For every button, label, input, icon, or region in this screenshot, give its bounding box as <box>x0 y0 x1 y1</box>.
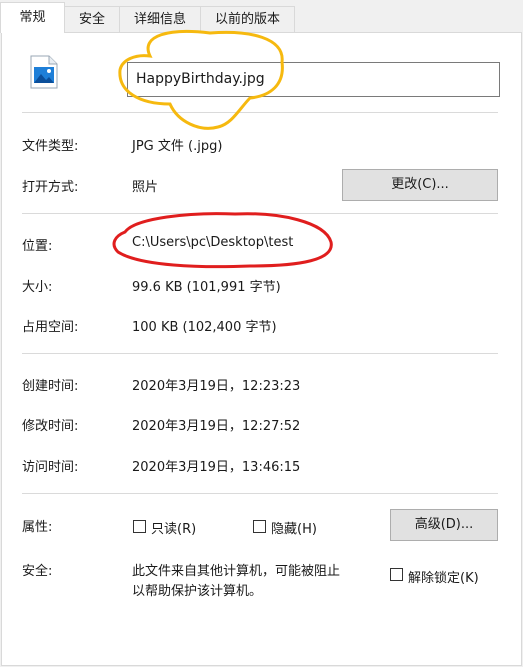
accessed-value: 2020年3月19日，13:46:15 <box>132 460 301 475</box>
tab-strip: 常规 安全 详细信息 以前的版本 <box>0 0 523 33</box>
tab-general[interactable]: 常规 <box>0 2 65 33</box>
separator <box>22 493 498 494</box>
separator <box>22 112 498 113</box>
image-file-icon <box>30 55 58 89</box>
accessed-label: 访问时间: <box>22 460 79 475</box>
tab-security[interactable]: 安全 <box>64 6 120 32</box>
change-button[interactable]: 更改(C)... <box>342 169 498 201</box>
hidden-label[interactable]: 隐藏(H) <box>271 518 317 537</box>
readonly-checkbox[interactable] <box>133 520 146 533</box>
size-label: 大小: <box>22 280 53 295</box>
size-on-disk-label: 占用空间: <box>22 320 79 335</box>
modified-value: 2020年3月19日，12:27:52 <box>132 419 301 434</box>
unblock-checkbox[interactable] <box>390 568 403 581</box>
location-label: 位置: <box>22 239 53 254</box>
modified-label: 修改时间: <box>22 419 79 434</box>
open-with-label: 打开方式: <box>22 180 79 195</box>
file-type-value: JPG 文件 (.jpg) <box>132 139 223 154</box>
created-label: 创建时间: <box>22 379 79 394</box>
created-value: 2020年3月19日，12:23:23 <box>132 379 301 394</box>
tab-details[interactable]: 详细信息 <box>119 6 201 32</box>
size-on-disk-value: 100 KB (102,400 字节) <box>132 320 277 335</box>
advanced-button[interactable]: 高级(D)... <box>390 509 498 541</box>
location-value: C:\Users\pc\Desktop\test <box>132 235 294 250</box>
readonly-label[interactable]: 只读(R) <box>151 518 196 537</box>
separator <box>22 213 498 214</box>
security-label: 安全: <box>22 564 53 579</box>
file-type-label: 文件类型: <box>22 139 79 154</box>
tab-previous-versions[interactable]: 以前的版本 <box>200 6 295 32</box>
security-message-line1: 此文件来自其他计算机，可能被阻止 <box>132 564 341 579</box>
filename-input[interactable]: HappyBirthday.jpg <box>127 62 500 97</box>
separator <box>22 353 498 354</box>
attributes-label: 属性: <box>22 520 53 535</box>
unblock-label[interactable]: 解除锁定(K) <box>408 567 479 586</box>
hidden-checkbox[interactable] <box>253 520 266 533</box>
security-message-line2: 以帮助保护该计算机。 <box>132 584 263 599</box>
size-value: 99.6 KB (101,991 字节) <box>132 280 281 295</box>
open-with-value: 照片 <box>132 180 159 195</box>
